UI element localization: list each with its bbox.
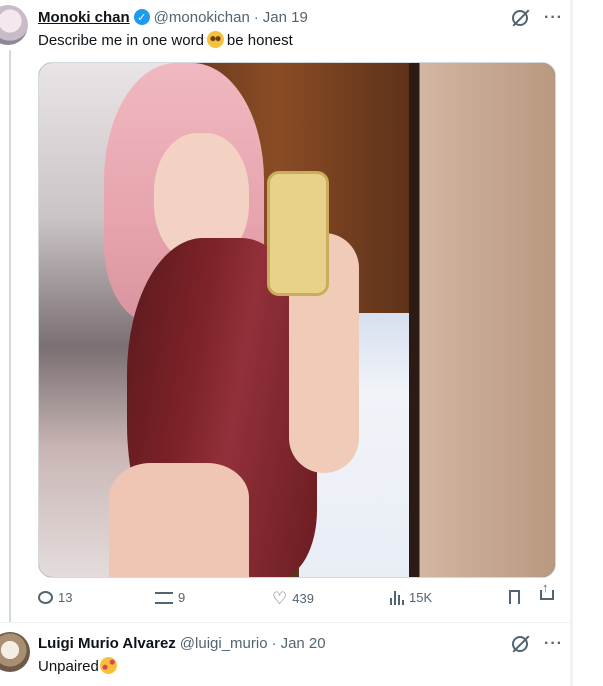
bookmark-icon: [509, 590, 520, 604]
reply-text-content: Unpaired: [38, 658, 99, 675]
tweet-text: Describe me in one word be honest: [38, 31, 293, 49]
views-button[interactable]: 15K: [390, 590, 432, 605]
heart-icon: ♡: [272, 589, 288, 608]
tweet-divider: [0, 622, 570, 623]
repost-count: 9: [178, 590, 186, 605]
author-name[interactable]: Monoki chan: [38, 9, 130, 26]
repost-icon: [155, 591, 173, 604]
reply-author-name[interactable]: Luigi Murio Alvarez: [38, 635, 176, 652]
photo-wall: [409, 63, 555, 577]
smiling-face-with-hearts-emoji-icon: [99, 657, 117, 674]
tweet-actions: 13 9 ♡ 439 15K: [38, 580, 560, 612]
grok-icon[interactable]: [512, 10, 528, 26]
more-icon[interactable]: ···: [544, 9, 563, 27]
tweet-tools: ···: [512, 9, 563, 27]
more-icon[interactable]: ···: [544, 635, 563, 653]
photo-leg: [109, 463, 249, 577]
grok-icon[interactable]: [512, 636, 528, 652]
reply-tools: ···: [512, 635, 563, 653]
share-button[interactable]: [540, 580, 554, 600]
views-icon: [390, 590, 404, 605]
like-count: 439: [292, 591, 314, 606]
share-icon: [540, 580, 554, 600]
reply-author-handle[interactable]: @luigi_murio: [180, 635, 268, 652]
reply-button[interactable]: 13: [38, 590, 72, 605]
reply-text: Unpaired: [38, 657, 120, 675]
tweet-text-end: be honest: [226, 32, 293, 49]
reply-avatar[interactable]: [0, 632, 30, 672]
header-separator: ·: [253, 8, 259, 26]
bookmark-button[interactable]: [509, 590, 520, 604]
column-border: [570, 0, 573, 686]
pleading-face-emoji-icon: [206, 31, 224, 48]
photo-phone: [267, 171, 329, 296]
tweet-text-start: Describe me in one word: [38, 32, 204, 49]
view-count: 15K: [409, 590, 433, 605]
reply-date[interactable]: Jan 20: [281, 635, 326, 652]
tweet-header: Monoki chan ✓ @monokichan · Jan 19: [38, 7, 308, 27]
reply-header: Luigi Murio Alvarez @luigi_murio · Jan 2…: [38, 633, 326, 653]
reply-count: 13: [58, 590, 73, 605]
avatar[interactable]: [0, 5, 28, 45]
author-handle[interactable]: @monokichan: [154, 9, 250, 26]
thread-connector-line: [9, 50, 11, 622]
tweet-media-photo[interactable]: [38, 62, 556, 578]
verified-badge-icon: ✓: [133, 9, 150, 25]
reply-header-separator: ·: [271, 634, 277, 652]
reply-icon: [38, 591, 53, 604]
repost-button[interactable]: 9: [155, 590, 185, 605]
tweet-date[interactable]: Jan 19: [263, 9, 308, 26]
like-button[interactable]: ♡ 439: [272, 590, 314, 607]
